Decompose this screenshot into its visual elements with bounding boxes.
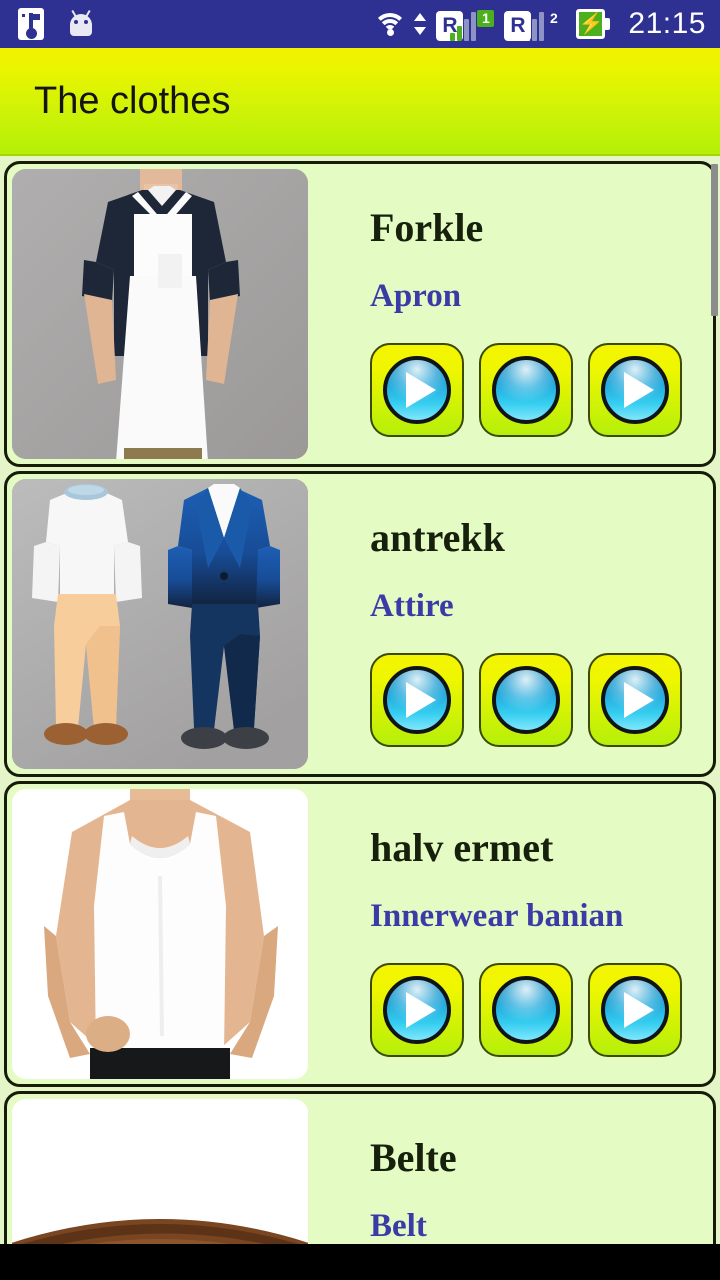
- vocabulary-list[interactable]: Forkle Apron antrekk Attire halv ermet I…: [0, 156, 720, 1244]
- word-native: Forkle: [370, 205, 484, 250]
- play-icon: [601, 666, 669, 734]
- list-item-body: antrekk Attire: [308, 474, 713, 774]
- blank-orb-icon: [492, 356, 560, 424]
- sim2-bars: [518, 11, 545, 41]
- audio-button-row: [370, 343, 713, 437]
- play-native-button[interactable]: [370, 343, 464, 437]
- play-icon: [383, 666, 451, 734]
- play-translation-button[interactable]: [588, 963, 682, 1057]
- belt-photo: [12, 1099, 308, 1244]
- record-button[interactable]: [479, 653, 573, 747]
- sim1-number-badge: 1: [477, 10, 495, 27]
- blank-orb-icon: [492, 976, 560, 1044]
- status-bar-right-icons: R 1 R 2 ⚡ 21:15: [372, 7, 706, 41]
- word-translation: Apron: [370, 278, 462, 314]
- word-native: halv ermet: [370, 825, 554, 870]
- battery-cap: [605, 18, 611, 30]
- battery-bolt-glyph: ⚡: [578, 13, 604, 35]
- word-translation: Belt: [370, 1208, 427, 1244]
- status-bar: R 1 R 2 ⚡ 21:15: [0, 0, 720, 48]
- list-item-body: Forkle Apron: [308, 164, 713, 464]
- sim2-number-badge: 2: [550, 10, 558, 26]
- play-native-button[interactable]: [370, 963, 464, 1057]
- word-native: Belte: [370, 1135, 457, 1180]
- sim2-signal-icon: R 2: [504, 7, 562, 41]
- play-icon: [601, 356, 669, 424]
- list-item-body: halv ermet Innerwear banian: [308, 784, 713, 1084]
- play-translation-button[interactable]: [588, 653, 682, 747]
- data-arrows-icon: [414, 9, 427, 39]
- record-button[interactable]: [479, 343, 573, 437]
- word-translation: Innerwear banian: [370, 898, 624, 934]
- vertical-scrollbar[interactable]: [711, 164, 718, 316]
- sim1-signal-icon: R 1: [436, 7, 495, 41]
- word-native: antrekk: [370, 515, 505, 560]
- play-translation-button[interactable]: [588, 343, 682, 437]
- status-bar-left-icons: [18, 8, 96, 40]
- usb-icon: [18, 8, 44, 40]
- list-item[interactable]: antrekk Attire: [4, 471, 716, 777]
- audio-button-row: [370, 653, 713, 747]
- play-icon: [383, 356, 451, 424]
- apron-photo: [12, 169, 308, 459]
- word-translation: Attire: [370, 588, 454, 624]
- app-screen: R 1 R 2 ⚡ 21:15 The clothes Forkle Apron…: [0, 0, 720, 1280]
- list-item[interactable]: halv ermet Innerwear banian: [4, 781, 716, 1087]
- list-item-body: Belte Belt: [308, 1094, 713, 1244]
- android-head: [70, 14, 92, 36]
- attire-photo: [12, 479, 308, 769]
- sim1-bars: [450, 11, 477, 41]
- play-native-button[interactable]: [370, 653, 464, 747]
- list-item[interactable]: Forkle Apron: [4, 161, 716, 467]
- play-icon: [601, 976, 669, 1044]
- wifi-icon: [372, 10, 408, 38]
- battery-charging-icon: ⚡: [576, 9, 611, 39]
- usb-prongs: [22, 14, 40, 24]
- app-title-bar: The clothes: [0, 48, 720, 156]
- tank-top-photo: [12, 789, 308, 1079]
- list-item[interactable]: Belte Belt: [4, 1091, 716, 1244]
- play-icon: [383, 976, 451, 1044]
- record-button[interactable]: [479, 963, 573, 1057]
- bottom-black-bar: [0, 1244, 720, 1280]
- blank-orb-icon: [492, 666, 560, 734]
- page-title: The clothes: [34, 79, 231, 122]
- status-bar-clock: 21:15: [628, 7, 706, 40]
- android-robot-icon: [66, 9, 96, 37]
- audio-button-row: [370, 963, 713, 1057]
